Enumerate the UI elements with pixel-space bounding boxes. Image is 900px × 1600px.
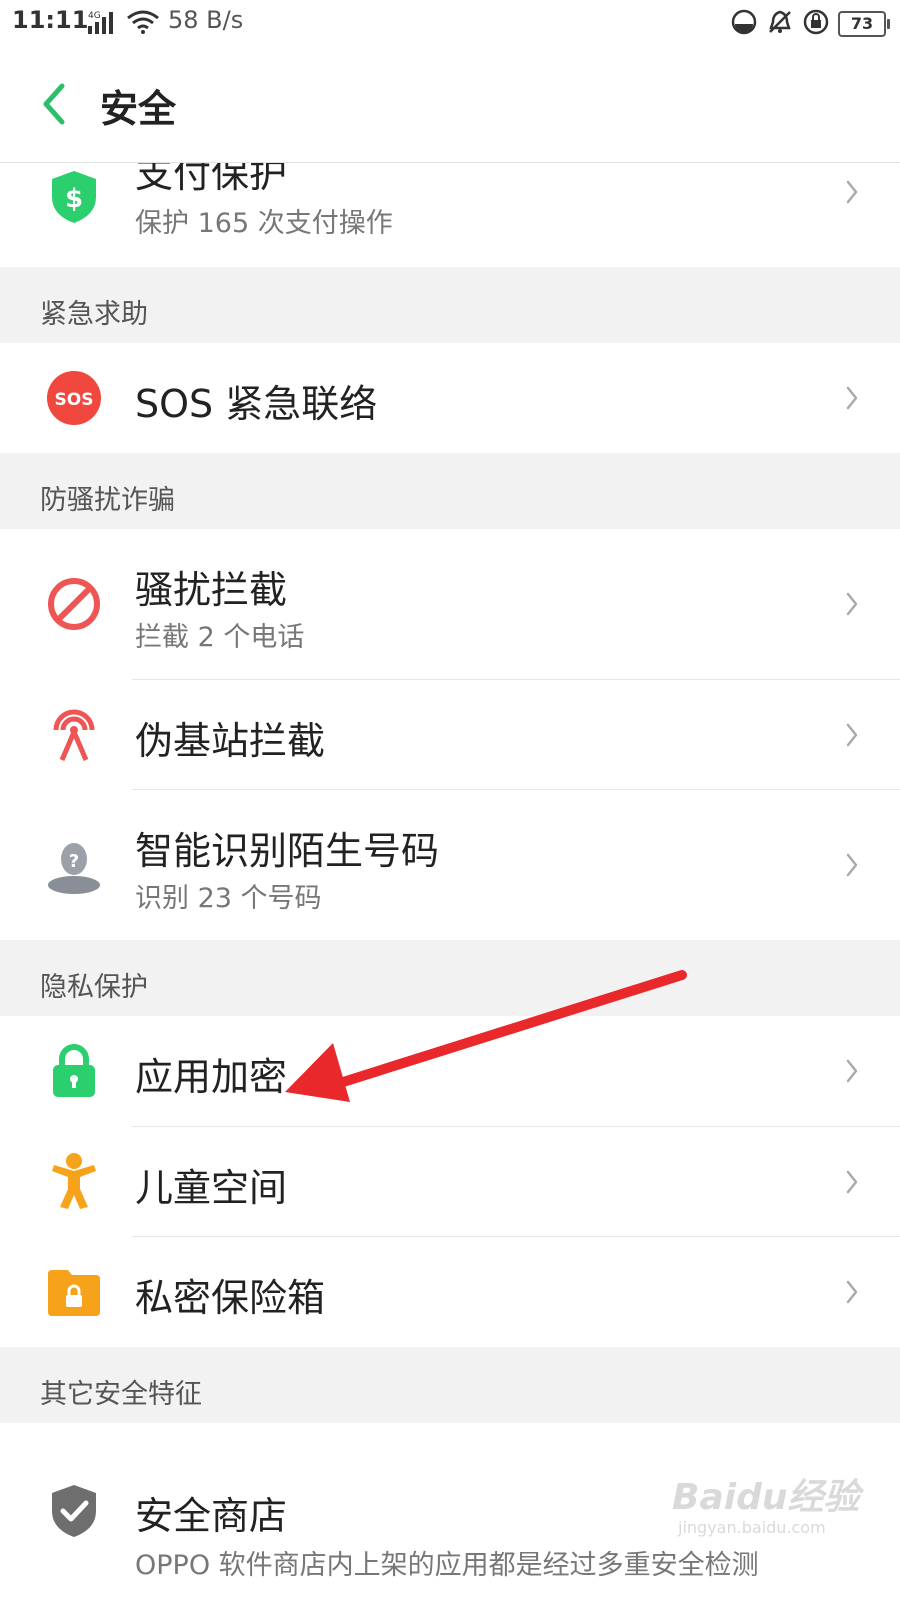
item-label: 骚扰拦截 — [135, 568, 288, 612]
wifi-icon — [126, 10, 160, 38]
chevron-left-icon — [43, 83, 65, 125]
chevron-right-icon — [844, 179, 860, 205]
section-title: 其它安全特征 — [40, 1379, 202, 1410]
chevron-right-icon — [844, 852, 860, 878]
item-sub: 识别 23 个号码 — [135, 883, 322, 914]
section-header-anti-harassment: 防骚扰诈骗 — [0, 453, 900, 529]
item-label: 安全商店 — [135, 1494, 288, 1538]
chevron-right-icon — [844, 1169, 860, 1195]
status-time: 11:11 — [12, 6, 89, 34]
item-sub: OPPO 软件商店内上架的应用都是经过多重安全检测 — [135, 1550, 759, 1581]
list-item-app-encryption[interactable]: 应用加密 — [0, 1016, 900, 1126]
svg-text:SOS: SOS — [55, 390, 94, 410]
section-title: 紧急求助 — [40, 299, 148, 330]
tower-icon — [44, 704, 104, 764]
item-label: 应用加密 — [135, 1055, 288, 1099]
emergency-block: SOS SOS 紧急联络 — [0, 343, 900, 453]
watermark-url: jingyan.baidu.com — [678, 1518, 826, 1537]
chevron-right-icon — [844, 1279, 860, 1305]
item-sub: 保护 165 次支付操作 — [135, 208, 393, 239]
item-label: SOS 紧急联络 — [135, 382, 378, 426]
payment-protection-block: $ 支付保护 保护 165 次支付操作 — [0, 163, 900, 267]
page-title: 安全 — [100, 87, 177, 131]
item-label: 伪基站拦截 — [135, 719, 326, 763]
lock-icon — [44, 1041, 104, 1101]
network-type: 4G — [88, 11, 101, 21]
svg-text:?: ? — [69, 851, 79, 872]
mute-icon — [766, 8, 794, 40]
cellular-signal-icon: 4G — [88, 10, 120, 38]
child-icon — [44, 1151, 104, 1211]
item-label: 智能识别陌生号码 — [135, 829, 440, 873]
anti-harassment-block: 骚扰拦截 拦截 2 个电话 伪基站拦截 ? 智能识别陌生号码 识别 23 个号码 — [0, 529, 900, 940]
item-label: 支付保护 — [135, 163, 288, 196]
section-title: 隐私保护 — [40, 972, 148, 1003]
status-bar: 11:11 4G 58 B/s 73 — [0, 0, 900, 46]
unknown-person-icon: ? — [44, 835, 104, 895]
list-item-kids-space[interactable]: 儿童空间 — [0, 1127, 900, 1236]
watermark-brand: Baidu经验 — [672, 1477, 860, 1518]
network-speed: 58 B/s — [168, 6, 244, 34]
section-header-other: 其它安全特征 — [0, 1347, 900, 1423]
list-item-fake-base-station[interactable]: 伪基站拦截 — [0, 680, 900, 789]
section-title: 防骚扰诈骗 — [40, 485, 175, 516]
item-sub: 拦截 2 个电话 — [135, 622, 305, 653]
baidu-watermark: Baidu经验 jingyan.baidu.com — [672, 1468, 892, 1548]
section-header-emergency: 紧急求助 — [0, 267, 900, 343]
eye-comfort-icon — [730, 8, 758, 40]
back-button[interactable] — [36, 80, 76, 128]
item-label: 儿童空间 — [135, 1166, 288, 1210]
item-label: 私密保险箱 — [135, 1276, 326, 1320]
shield-dollar-icon: $ — [44, 167, 104, 227]
chevron-right-icon — [844, 722, 860, 748]
svg-text:$: $ — [65, 184, 83, 214]
title-bar: 安全 — [0, 46, 900, 163]
list-item-smart-identify[interactable]: ? 智能识别陌生号码 识别 23 个号码 — [0, 790, 900, 940]
chevron-right-icon — [844, 1058, 860, 1084]
sos-icon: SOS — [44, 368, 104, 428]
rotation-lock-icon — [802, 8, 830, 40]
chevron-right-icon — [844, 385, 860, 411]
list-item-sos[interactable]: SOS SOS 紧急联络 — [0, 343, 900, 453]
shield-check-icon — [44, 1481, 104, 1541]
list-item-private-safe[interactable]: 私密保险箱 — [0, 1237, 900, 1347]
lock-folder-icon — [44, 1262, 104, 1322]
block-icon — [44, 574, 104, 634]
privacy-block: 应用加密 儿童空间 私密保险箱 — [0, 1016, 900, 1347]
battery-indicator: 73 — [838, 11, 890, 37]
list-item-harassment-block[interactable]: 骚扰拦截 拦截 2 个电话 — [0, 529, 900, 679]
section-header-privacy: 隐私保护 — [0, 940, 900, 1016]
chevron-right-icon — [844, 591, 860, 617]
list-item-payment-protection[interactable]: $ 支付保护 保护 165 次支付操作 — [0, 163, 900, 267]
